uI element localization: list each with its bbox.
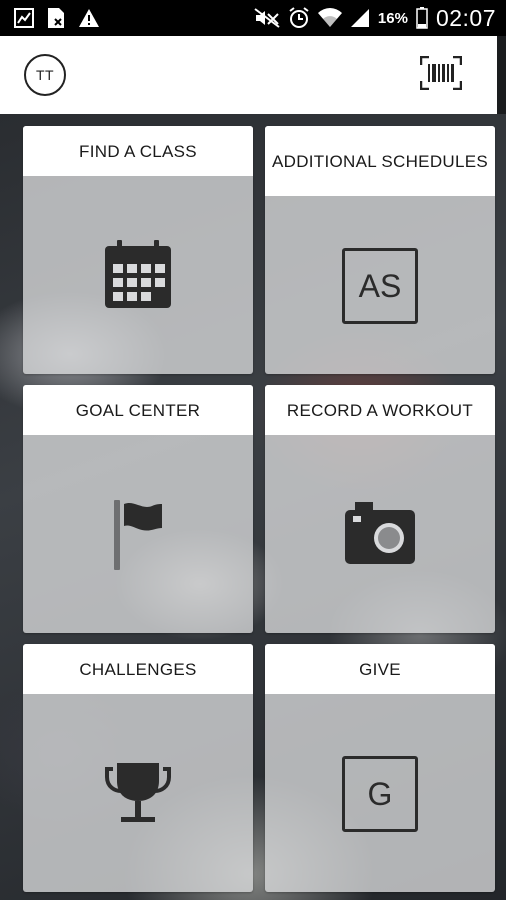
tile-give[interactable]: GIVE G: [265, 644, 495, 892]
barcode-scan-button[interactable]: [419, 55, 463, 95]
battery-percent: 16%: [377, 9, 408, 27]
barcode-scan-icon: [419, 55, 463, 95]
letter-box: G: [342, 756, 418, 832]
signal-icon: [350, 8, 370, 28]
tile-record-a-workout[interactable]: RECORD A WORKOUT: [265, 385, 495, 633]
camera-icon: [345, 502, 415, 564]
avatar[interactable]: TT: [24, 54, 66, 96]
tile-find-a-class[interactable]: FIND A CLASS: [23, 126, 253, 374]
chart-notification-icon: [14, 8, 34, 28]
calendar-icon: [105, 240, 171, 308]
status-bar: 16% 02:07: [0, 0, 506, 36]
app-header: TT: [0, 36, 497, 114]
schedule-letters-icon: AS: [342, 248, 418, 324]
battery-icon: [416, 7, 428, 29]
tile-label: RECORD A WORKOUT: [265, 385, 495, 435]
tile-additional-schedules[interactable]: ADDITIONAL SCHEDULES AS: [265, 126, 495, 374]
give-letter-icon: G: [342, 756, 418, 832]
letter-box: AS: [342, 248, 418, 324]
tile-label: ADDITIONAL SCHEDULES: [265, 126, 495, 196]
document-notification-icon: [46, 7, 66, 29]
alarm-icon: [288, 7, 310, 29]
tile-label: GIVE: [265, 644, 495, 694]
tile-label: GOAL CENTER: [23, 385, 253, 435]
tile-goal-center[interactable]: GOAL CENTER: [23, 385, 253, 633]
status-right-icons: 16% 02:07: [254, 5, 496, 32]
tile-label: CHALLENGES: [23, 644, 253, 694]
mute-icon: [254, 8, 280, 28]
tile-label: FIND A CLASS: [23, 126, 253, 176]
trophy-icon: [105, 761, 171, 827]
clock: 02:07: [435, 4, 496, 31]
flag-icon: [112, 500, 164, 570]
warning-icon: [78, 8, 100, 28]
tile-challenges[interactable]: CHALLENGES: [23, 644, 253, 892]
wifi-icon: [317, 8, 342, 28]
status-left-icons: [14, 7, 100, 29]
